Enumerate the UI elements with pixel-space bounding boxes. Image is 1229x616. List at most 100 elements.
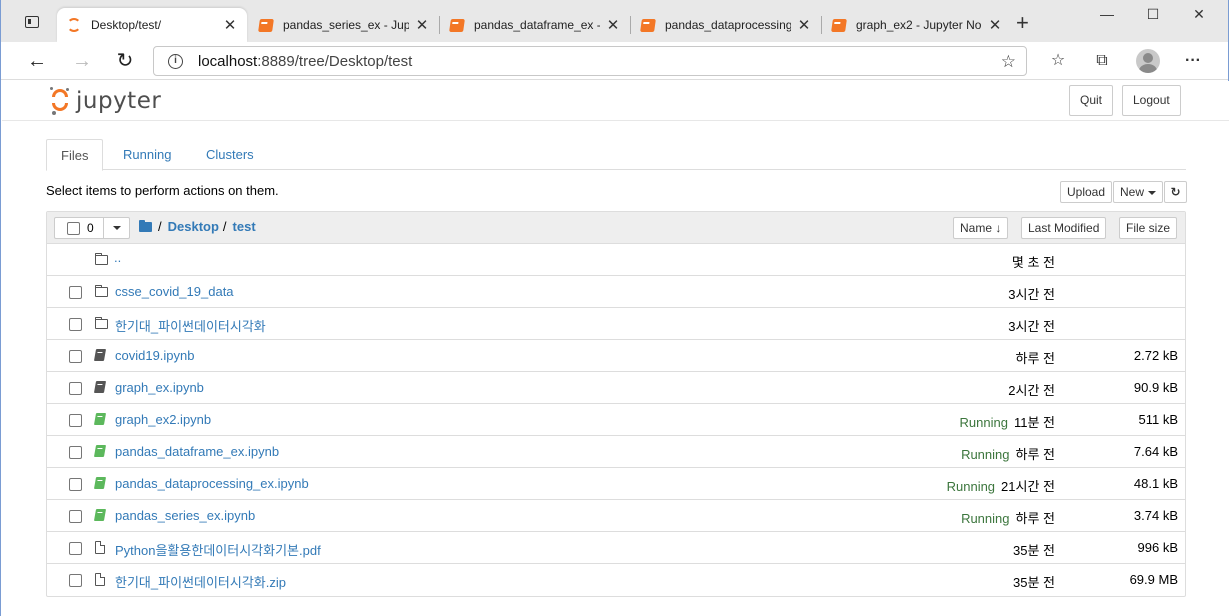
file-icon (95, 541, 105, 554)
address-url[interactable]: localhost:8889/tree/Desktop/test (198, 53, 412, 70)
tab-title: pandas_dataframe_ex - (474, 18, 600, 32)
item-name[interactable]: pandas_dataframe_ex.ipynb (115, 444, 279, 459)
item-checkbox[interactable] (69, 286, 82, 299)
item-status-modified: Running 11분 전 (960, 412, 1055, 431)
item-modified: 21시간 전 (1001, 479, 1055, 494)
refresh-button[interactable]: ↻ (1164, 181, 1187, 203)
tab-clusters[interactable]: Clusters (192, 139, 268, 170)
item-name[interactable]: Python을활용한데이터시각화기본.pdf (115, 540, 321, 559)
item-checkbox[interactable] (69, 510, 82, 523)
item-checkbox[interactable] (69, 382, 82, 395)
close-icon[interactable]: ✕ (797, 16, 811, 34)
list-item[interactable]: 한기대_파이썬데이터시각화 3시간 전 (47, 308, 1185, 340)
profile-avatar[interactable] (1136, 49, 1160, 73)
sort-name-button[interactable]: Name ↓ (953, 217, 1009, 239)
item-checkbox[interactable] (69, 350, 82, 363)
item-status-modified: 3시간 전 (1002, 284, 1055, 303)
address-bar[interactable]: i localhost:8889/tree/Desktop/test ☆ (153, 46, 1027, 76)
list-item-updir[interactable]: .. 몇 초 전 (47, 244, 1185, 276)
item-size: 69.9 MB (1129, 572, 1178, 587)
item-name[interactable]: graph_ex.ipynb (115, 380, 204, 395)
list-item[interactable]: 한기대_파이썬데이터시각화.zip 35분 전 69.9 MB (47, 564, 1185, 596)
item-modified: 3시간 전 (1008, 287, 1055, 302)
item-status-modified: 3시간 전 (1002, 316, 1055, 335)
sort-last-modified-button[interactable]: Last Modified (1021, 217, 1107, 239)
jupyter-logo[interactable]: jupyter (50, 86, 161, 116)
info-icon[interactable]: i (168, 54, 183, 69)
folder-icon[interactable] (139, 219, 152, 232)
folder-icon (95, 253, 108, 265)
menu-icon[interactable]: ··· (1183, 51, 1203, 71)
browser-tab-pandas-series[interactable]: pandas_series_ex - Jupy ✕ (249, 8, 439, 42)
item-name[interactable]: 한기대_파이썬데이터시각화.zip (115, 572, 286, 591)
new-button[interactable]: New (1113, 181, 1164, 203)
close-icon[interactable]: ✕ (988, 16, 1002, 34)
item-size: 90.9 kB (1133, 380, 1178, 395)
close-icon[interactable]: ✕ (223, 16, 237, 34)
list-item[interactable]: pandas_dataframe_ex.ipynb Running 하루 전 7.64… (47, 436, 1185, 468)
item-name[interactable]: pandas_series_ex.ipynb (115, 508, 255, 523)
close-icon[interactable]: ✕ (415, 16, 429, 34)
browser-tab-desktop-test[interactable]: Desktop/test/ ✕ (57, 8, 247, 42)
window-close-button[interactable]: ✕ (1189, 6, 1209, 23)
forward-button[interactable]: → (71, 50, 93, 72)
item-modified: 하루 전 (1015, 447, 1056, 462)
sort-file-size-button[interactable]: File size (1119, 217, 1178, 239)
item-status-modified: Running 21시간 전 (947, 476, 1055, 495)
list-item[interactable]: Python을활용한데이터시각화기본.pdf 35분 전 996 kB (47, 532, 1185, 564)
browser-toolbar: ← → ↻ i localhost:8889/tree/Desktop/test… (1, 42, 1228, 80)
back-button[interactable]: ← (26, 50, 48, 72)
list-item[interactable]: pandas_dataprocessing_ex.ipynb Running 21시… (47, 468, 1185, 500)
item-checkbox[interactable] (69, 478, 82, 491)
item-size: 3.74 kB (1133, 508, 1178, 523)
notebook-icon (93, 349, 107, 361)
list-item[interactable]: csse_covid_19_data 3시간 전 (47, 276, 1185, 308)
favorites-icon[interactable]: ☆ (1048, 51, 1068, 71)
running-indicator: Running (959, 415, 1008, 430)
close-icon[interactable]: ✕ (606, 16, 620, 34)
item-status-modified: Running 하루 전 (961, 444, 1055, 463)
item-name[interactable]: pandas_dataprocessing_ex.ipynb (115, 476, 309, 491)
reload-button[interactable]: ↻ (114, 50, 136, 72)
maximize-button[interactable]: ☐ (1143, 6, 1163, 23)
item-name[interactable]: 한기대_파이썬데이터시각화 (115, 316, 266, 335)
item-name[interactable]: .. (114, 250, 121, 265)
list-item[interactable]: graph_ex.ipynb 2시간 전 90.9 kB (47, 372, 1185, 404)
item-modified: 하루 전 (1015, 511, 1056, 526)
running-indicator: Running (961, 511, 1010, 526)
tab-actions-icon[interactable] (25, 16, 39, 28)
item-name[interactable]: graph_ex2.ipynb (115, 412, 211, 427)
item-checkbox[interactable] (69, 318, 82, 331)
upload-button[interactable]: Upload (1060, 181, 1113, 203)
item-checkbox[interactable] (69, 574, 82, 587)
select-dropdown[interactable] (103, 218, 129, 238)
running-indicator: Running (961, 447, 1010, 462)
new-tab-button[interactable]: + (1016, 12, 1029, 34)
browser-tab-pandas-dataframe[interactable]: pandas_dataframe_ex - ✕ (440, 8, 630, 42)
item-checkbox[interactable] (69, 414, 82, 427)
browser-tab-graph-ex2[interactable]: graph_ex2 - Jupyter No ✕ (822, 8, 1012, 42)
collections-icon[interactable]: ⧉ (1092, 51, 1112, 71)
list-item[interactable]: graph_ex2.ipynb Running 11분 전 511 kB (47, 404, 1185, 436)
breadcrumb-test[interactable]: test (233, 219, 256, 234)
breadcrumb-separator: / (222, 219, 227, 234)
list-item[interactable]: covid19.ipynb 하루 전 2.72 kB (47, 340, 1185, 372)
item-checkbox[interactable] (69, 446, 82, 459)
select-all-checkbox[interactable] (67, 222, 80, 235)
minimize-button[interactable]: — (1097, 6, 1117, 22)
item-name[interactable]: covid19.ipynb (115, 348, 195, 363)
tab-files[interactable]: Files (46, 139, 104, 171)
add-favorite-icon[interactable]: ☆ (1001, 52, 1016, 72)
url-host: localhost (198, 53, 258, 70)
item-checkbox[interactable] (69, 542, 82, 555)
quit-button[interactable]: Quit (1069, 85, 1114, 116)
breadcrumb-desktop[interactable]: Desktop (168, 219, 219, 234)
file-list-header: 0 / Desktop / test Name ↓ Last Modified … (47, 212, 1185, 244)
list-item[interactable]: pandas_series_ex.ipynb Running 하루 전 3.74 kB (47, 500, 1185, 532)
tab-running[interactable]: Running (109, 139, 185, 170)
item-name[interactable]: csse_covid_19_data (115, 284, 234, 299)
new-label: New (1120, 185, 1145, 199)
logout-button[interactable]: Logout (1122, 85, 1181, 116)
browser-tab-pandas-dataprocessing[interactable]: pandas_dataprocessing ✕ (631, 8, 821, 42)
select-all-control[interactable]: 0 (54, 217, 130, 239)
